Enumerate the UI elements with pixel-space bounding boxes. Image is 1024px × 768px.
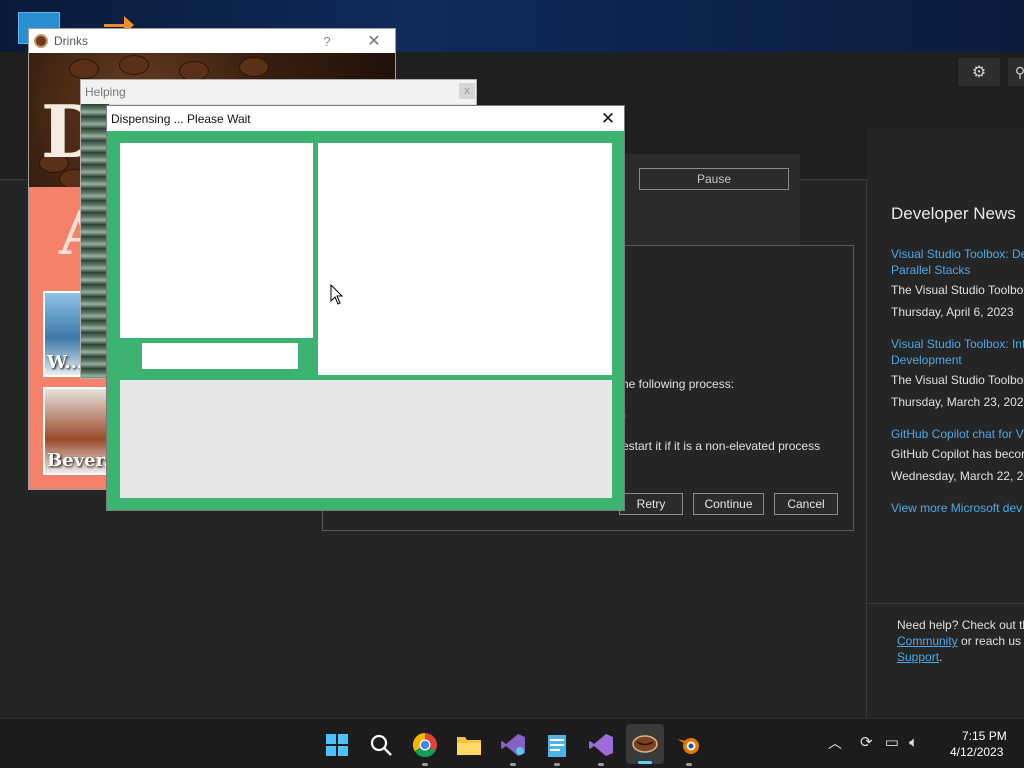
dispensing-dialog: Dispensing ... Please Wait ✕ [106, 105, 625, 511]
running-indicator [686, 763, 692, 766]
mouse-cursor-icon [330, 284, 344, 305]
news-link-2-cont[interactable]: Development [891, 353, 962, 367]
news-date-3: Wednesday, March 22, 20 [891, 469, 1024, 483]
dispensing-progress-panel [318, 143, 612, 375]
system-tray-icons: ⟳ ▭ 🔈︎ [860, 733, 918, 751]
network-icon[interactable]: ▭ [885, 734, 899, 751]
blender-icon[interactable] [673, 729, 705, 766]
coffee-bean-icon [179, 61, 209, 81]
process-dialog-text-1: he following process: [622, 377, 735, 391]
file-explorer-icon[interactable] [453, 729, 485, 761]
coffee-bean-icon [239, 57, 269, 77]
dispensing-status-log [120, 380, 612, 498]
drinks-window-title: Drinks [54, 34, 89, 48]
drinks-titlebar[interactable]: Drinks ? ✕ [29, 29, 395, 53]
sync-icon[interactable]: ⟳ [860, 734, 873, 751]
helping-close-button[interactable]: x [459, 83, 475, 99]
help-text: Need help? Check out th [897, 618, 1024, 632]
news-desc-2: The Visual Studio Toolbox [891, 373, 1024, 387]
clock-time[interactable]: 7:15 PM [962, 729, 1007, 743]
notepad-icon[interactable] [541, 729, 573, 766]
drinks-close-button[interactable]: ✕ [361, 31, 387, 51]
clock-date[interactable]: 4/12/2023 [950, 745, 1003, 759]
news-date-2: Thursday, March 23, 2023 [891, 395, 1024, 409]
helping-image-strip [81, 104, 109, 378]
drink-image-panel [120, 143, 313, 338]
chrome-icon[interactable] [409, 729, 441, 766]
help-separator [867, 603, 1024, 604]
running-indicator [598, 763, 604, 766]
news-link-1-cont[interactable]: Parallel Stacks [891, 263, 970, 277]
drink-name-label [142, 343, 298, 369]
visual-studio-preview-icon[interactable] [497, 729, 529, 766]
windows-start-icon[interactable] [321, 729, 353, 761]
help-text-line2: Community or reach us [897, 634, 1021, 648]
news-desc-1: The Visual Studio Toolbox [891, 283, 1024, 297]
drink-card-beverages[interactable]: Bever... [43, 387, 113, 475]
retry-button[interactable]: Retry [619, 493, 683, 515]
news-link-3[interactable]: GitHub Copilot chat for V [891, 427, 1024, 441]
dispensing-titlebar[interactable]: Dispensing ... Please Wait ✕ [107, 106, 624, 131]
volume-icon[interactable]: 🔈︎ [909, 734, 918, 751]
running-indicator [554, 763, 560, 766]
news-date-1: Thursday, April 6, 2023 [891, 305, 1014, 319]
settings-gear-icon[interactable]: ⚙ [958, 58, 1000, 86]
developer-news-title: Developer News [891, 204, 1016, 223]
news-link-1[interactable]: Visual Studio Toolbox: De [891, 247, 1024, 261]
search-icon[interactable] [365, 729, 397, 761]
view-more-news-link[interactable]: View more Microsoft dev [891, 501, 1022, 515]
process-dialog-text-3: estart it if it is a non-elevated proces… [622, 439, 821, 453]
visual-studio-icon[interactable] [585, 729, 617, 766]
running-indicator [510, 763, 516, 766]
drink-card-label: W... [47, 352, 84, 373]
help-text-rest: or reach us [957, 634, 1022, 648]
help-period: . [939, 650, 943, 664]
active-indicator [638, 761, 652, 764]
account-icon[interactable]: ⚲ [1008, 58, 1024, 86]
continue-button[interactable]: Continue [693, 493, 764, 515]
coffee-app-icon[interactable] [626, 724, 664, 764]
community-link[interactable]: Community [897, 634, 958, 648]
helping-titlebar[interactable]: Helping x [81, 80, 476, 104]
coffee-bean-icon [119, 55, 149, 75]
pause-button[interactable]: Pause [639, 168, 789, 190]
cancel-button[interactable]: Cancel [774, 493, 838, 515]
helping-window-title: Helping [85, 85, 126, 99]
help-text-line3: Support. [897, 650, 942, 664]
help-button[interactable]: ? [317, 31, 337, 51]
dispensing-close-button[interactable]: ✕ [595, 108, 621, 129]
tray-overflow-chevron-icon[interactable]: ︿ [828, 733, 842, 753]
coffee-bean-icon [34, 34, 48, 48]
news-link-2[interactable]: Visual Studio Toolbox: Int [891, 337, 1024, 351]
coffee-bean-icon [69, 59, 99, 79]
news-desc-3: GitHub Copilot has becor [891, 447, 1024, 461]
support-link[interactable]: Support [897, 650, 939, 664]
dispensing-dialog-title: Dispensing ... Please Wait [111, 112, 251, 126]
running-indicator [422, 763, 428, 766]
drink-card-label: Bever... [47, 450, 111, 471]
